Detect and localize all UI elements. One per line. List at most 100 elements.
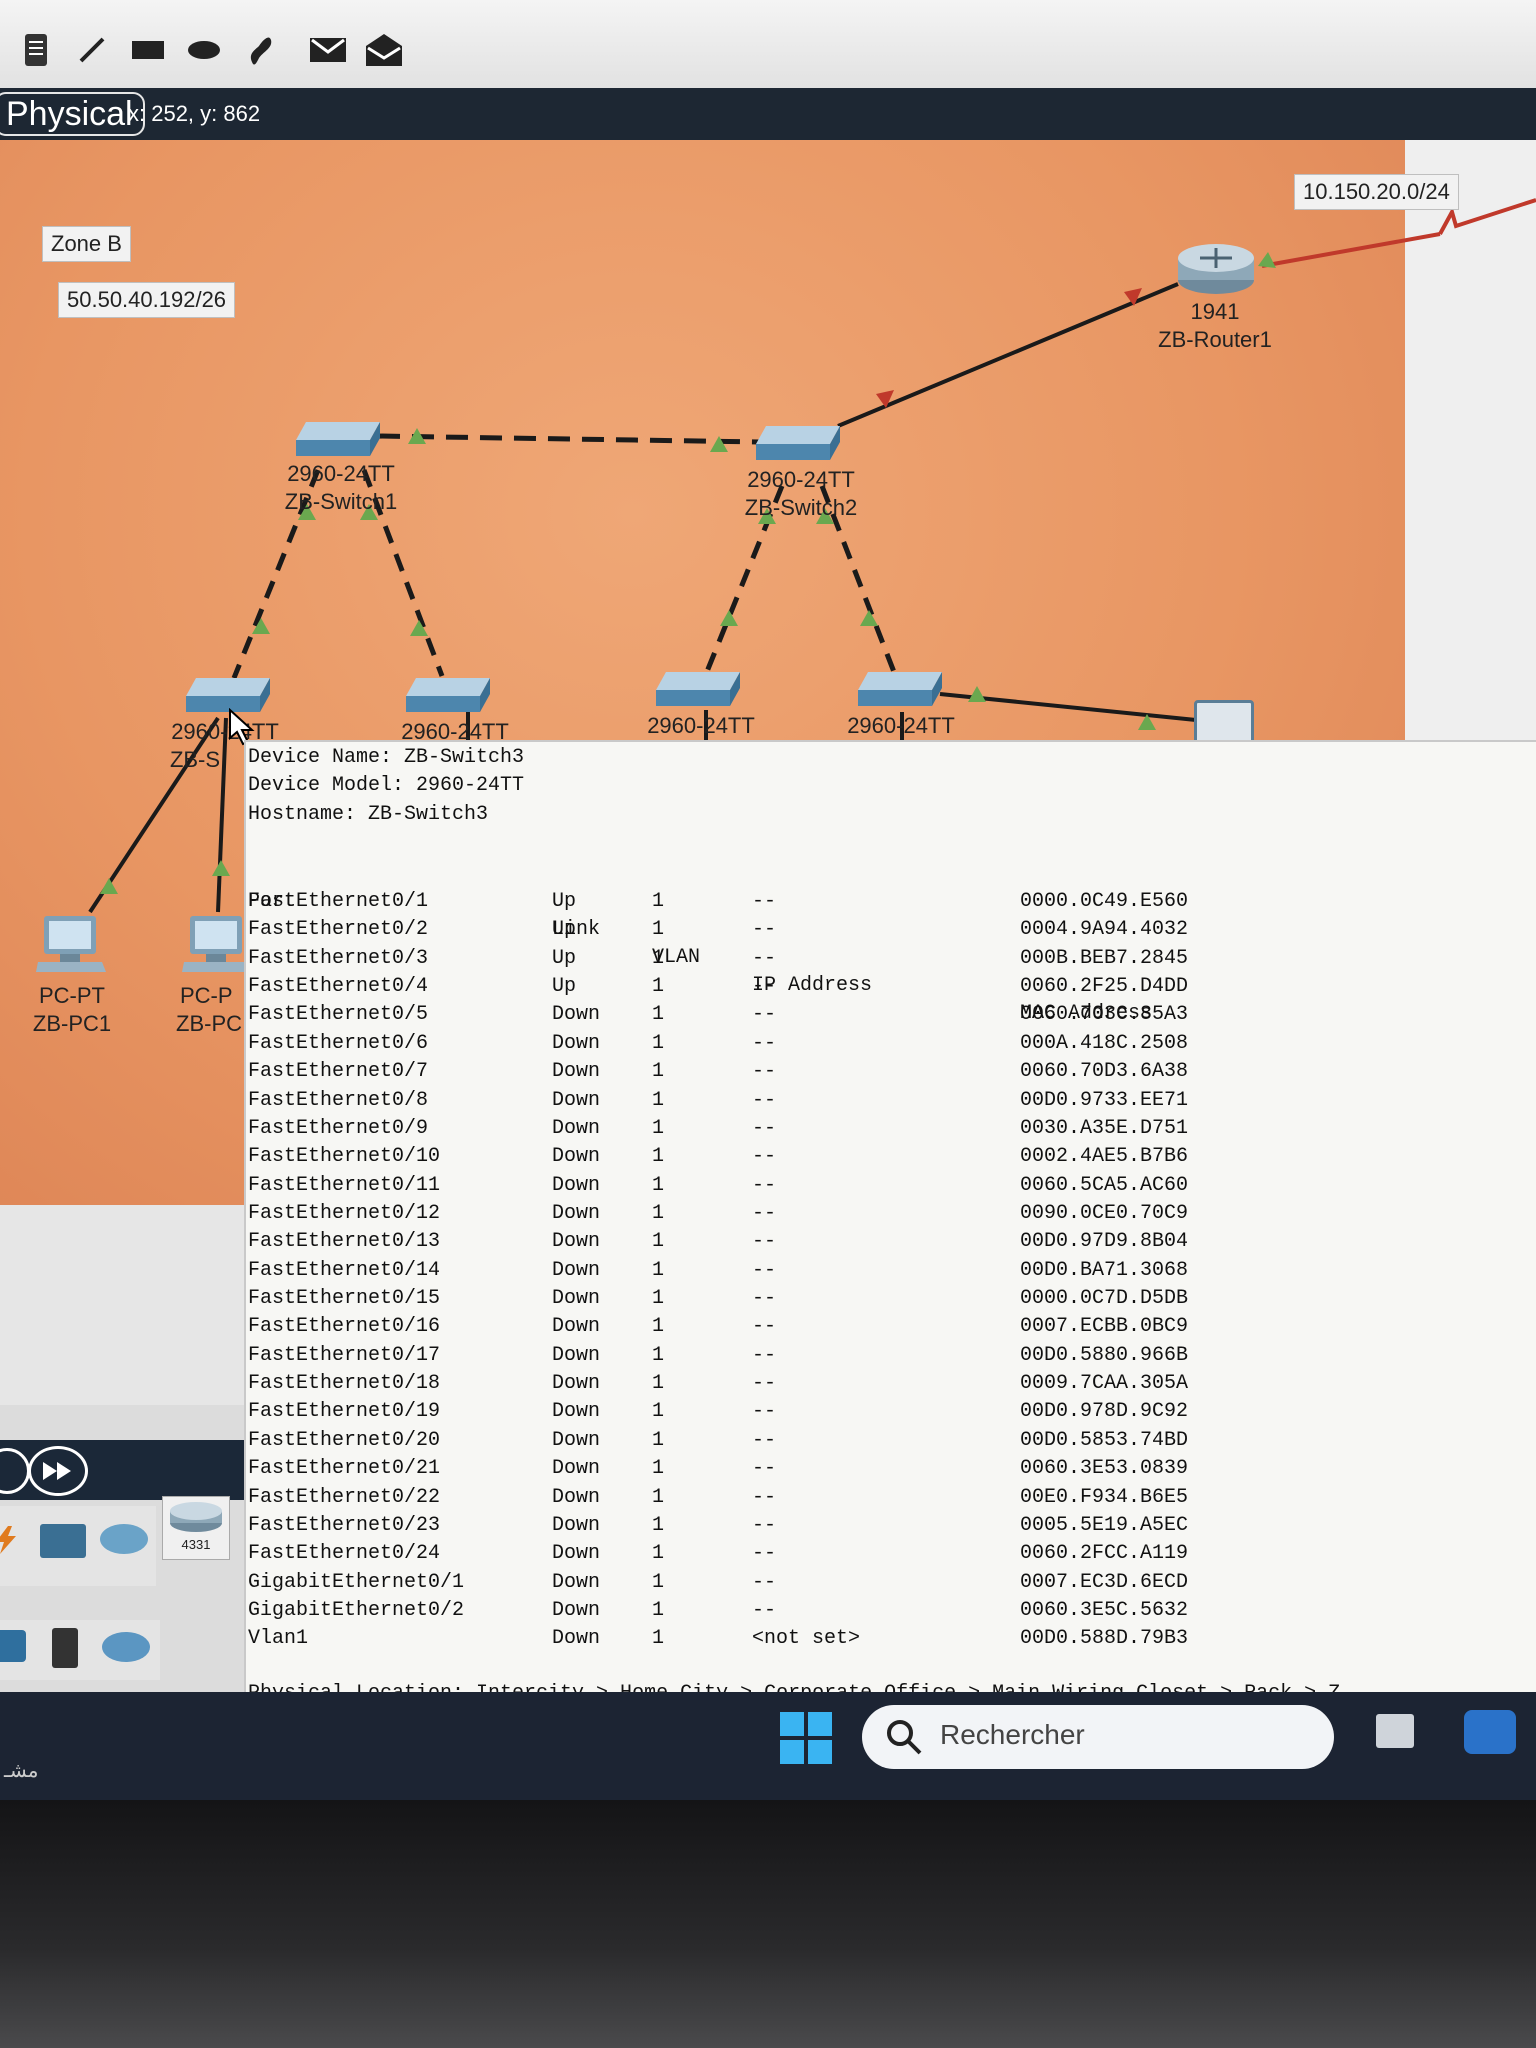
link-cell: Down [552, 1003, 601, 1027]
vlan-cell: 1 [652, 1060, 665, 1084]
subnet-label[interactable]: 50.50.40.192/26 [58, 282, 236, 318]
port-cell: Vlan1 [248, 1627, 309, 1651]
link-cell: Down [552, 1060, 601, 1084]
port-cell: FastEthernet0/19 [248, 1400, 441, 1424]
vlan-cell: 1 [652, 1287, 665, 1311]
ip-cell: -- [752, 1315, 777, 1339]
switch-icon[interactable] [296, 418, 380, 458]
table-row: FastEthernet0/20 Down 1 -- 00D0.5853.74BD [246, 1427, 1536, 1455]
zone-label[interactable]: Zone B [42, 226, 131, 262]
switch-icon[interactable] [406, 674, 490, 714]
vlan-cell: 1 [652, 1627, 665, 1651]
ip-cell: -- [752, 1287, 777, 1311]
ip-cell: -- [752, 1230, 777, 1254]
link-cell: Down [552, 1457, 601, 1481]
vlan-cell: 1 [652, 1031, 665, 1055]
router-4331-icon[interactable]: 4331 [162, 1496, 230, 1560]
ip-cell: -- [752, 1003, 777, 1027]
table-row: FastEthernet0/12 Down 1 -- 0090.0CE0.70C9 [246, 1200, 1536, 1228]
pc2-name-label: ZB-PC [176, 1011, 242, 1036]
link-cell: Down [552, 1287, 601, 1311]
pc-icon[interactable] [36, 914, 106, 976]
vlan-cell: 1 [652, 1457, 665, 1481]
link-up-indicator [968, 686, 986, 702]
mac-cell: 00D0.9733.EE71 [1020, 1088, 1189, 1112]
link-up-indicator [410, 620, 428, 636]
link-cell: Down [552, 1372, 601, 1396]
link-cell: Down [552, 1542, 601, 1566]
taskbar-search-box[interactable]: Rechercher [862, 1705, 1334, 1769]
vlan-cell: 1 [652, 1485, 665, 1509]
link-cell: Down [552, 1343, 601, 1367]
play-button[interactable] [0, 1448, 30, 1494]
port-cell: FastEthernet0/10 [248, 1145, 441, 1169]
mac-cell: 0004.9A94.4032 [1020, 918, 1189, 942]
vlan-cell: 1 [652, 890, 665, 913]
ip-cell: -- [752, 1031, 777, 1055]
port-cell: GigabitEthernet0/1 [248, 1570, 465, 1594]
vlan-cell: 1 [652, 1145, 665, 1169]
port-cell: FastEthernet0/6 [248, 1031, 429, 1055]
mac-cell: 0060.3E5C.5632 [1020, 1599, 1189, 1622]
vlan-cell: 1 [652, 1513, 665, 1537]
mac-cell: 0000.0C49.E560 [1020, 890, 1189, 913]
switch-icon[interactable] [756, 422, 840, 462]
mac-cell: 0009.7CAA.305A [1020, 1372, 1189, 1396]
link-up-indicator [720, 610, 738, 626]
folder-icon[interactable] [40, 1524, 86, 1558]
vlan-cell: 1 [652, 1428, 665, 1452]
ip-cell: -- [752, 1173, 777, 1197]
ip-cell: -- [752, 1145, 777, 1169]
vlan-cell: 1 [652, 975, 665, 999]
cloud-icon[interactable] [100, 1524, 148, 1554]
port-cell: FastEthernet0/21 [248, 1457, 441, 1481]
switch5-model-label: 2960-24TT [647, 713, 755, 738]
port-cell: FastEthernet0/5 [248, 1003, 429, 1027]
cloud-icon[interactable] [102, 1632, 150, 1662]
wireless-icon[interactable] [0, 1630, 26, 1662]
switch-icon[interactable] [858, 668, 942, 708]
ip-cell: -- [752, 1258, 777, 1282]
switch2-name-label: ZB-Switch2 [744, 495, 858, 520]
ip-cell: -- [752, 1343, 777, 1367]
lightning-connections-icon[interactable] [0, 1526, 18, 1554]
phone-icon[interactable] [52, 1628, 78, 1668]
vlan-cell: 1 [652, 1343, 665, 1367]
router-icon[interactable] [1174, 240, 1258, 296]
vlan-cell: 1 [652, 1315, 665, 1339]
link-cell: Up [552, 890, 577, 913]
link-cell: Down [552, 1201, 601, 1225]
mac-cell: 00D0.BA71.3068 [1020, 1258, 1189, 1282]
mac-cell: 0030.A35E.D751 [1020, 1116, 1189, 1140]
pc-icon[interactable] [182, 914, 244, 976]
ip-cell: -- [752, 1485, 777, 1509]
link-cell: Up [552, 975, 577, 999]
switch4-model-label: 2960-24TT [401, 719, 509, 740]
vlan-cell: 1 [652, 946, 665, 970]
table-row: GigabitEthernet0/2 Down 1 -- 0060.3E5C.5632 [246, 1597, 1536, 1625]
link-cell: Down [552, 1400, 601, 1424]
port-cell: FastEthernet0/15 [248, 1287, 441, 1311]
table-row: FastEthernet0/23 Down 1 -- 0005.5E19.A5EC [246, 1512, 1536, 1540]
link-up-indicator [212, 860, 230, 876]
table-row: GigabitEthernet0/1 Down 1 -- 0007.EC3D.6ECD [246, 1569, 1536, 1597]
switch2-model-label: 2960-24TT [747, 467, 855, 492]
windows-start-icon[interactable] [780, 1712, 832, 1764]
ip-cell: -- [752, 1428, 777, 1452]
task-view-icon[interactable] [1376, 1714, 1414, 1748]
hostname-line: Hostname: ZB-Switch3 [248, 803, 489, 826]
link-cell: Down [552, 1485, 601, 1509]
outlook-icon[interactable] [1464, 1710, 1516, 1754]
vlan-cell: 1 [652, 1116, 665, 1140]
port-cell: FastEthernet0/9 [248, 1116, 429, 1140]
vlan-cell: 1 [652, 1003, 665, 1027]
ip-cell: -- [752, 1116, 777, 1140]
table-row: FastEthernet0/14 Down 1 -- 00D0.BA71.3068 [246, 1257, 1536, 1285]
mac-cell: 00D0.5853.74BD [1020, 1428, 1189, 1452]
wan-subnet-label[interactable]: 10.150.20.0/24 [1294, 174, 1459, 210]
switch-icon[interactable] [656, 668, 740, 708]
fast-forward-icon[interactable] [28, 1446, 88, 1496]
link-cell: Down [552, 1258, 601, 1282]
table-row: FastEthernet0/11 Down 1 -- 0060.5CA5.AC60 [246, 1172, 1536, 1200]
port-cell: FastEthernet0/24 [248, 1542, 441, 1566]
